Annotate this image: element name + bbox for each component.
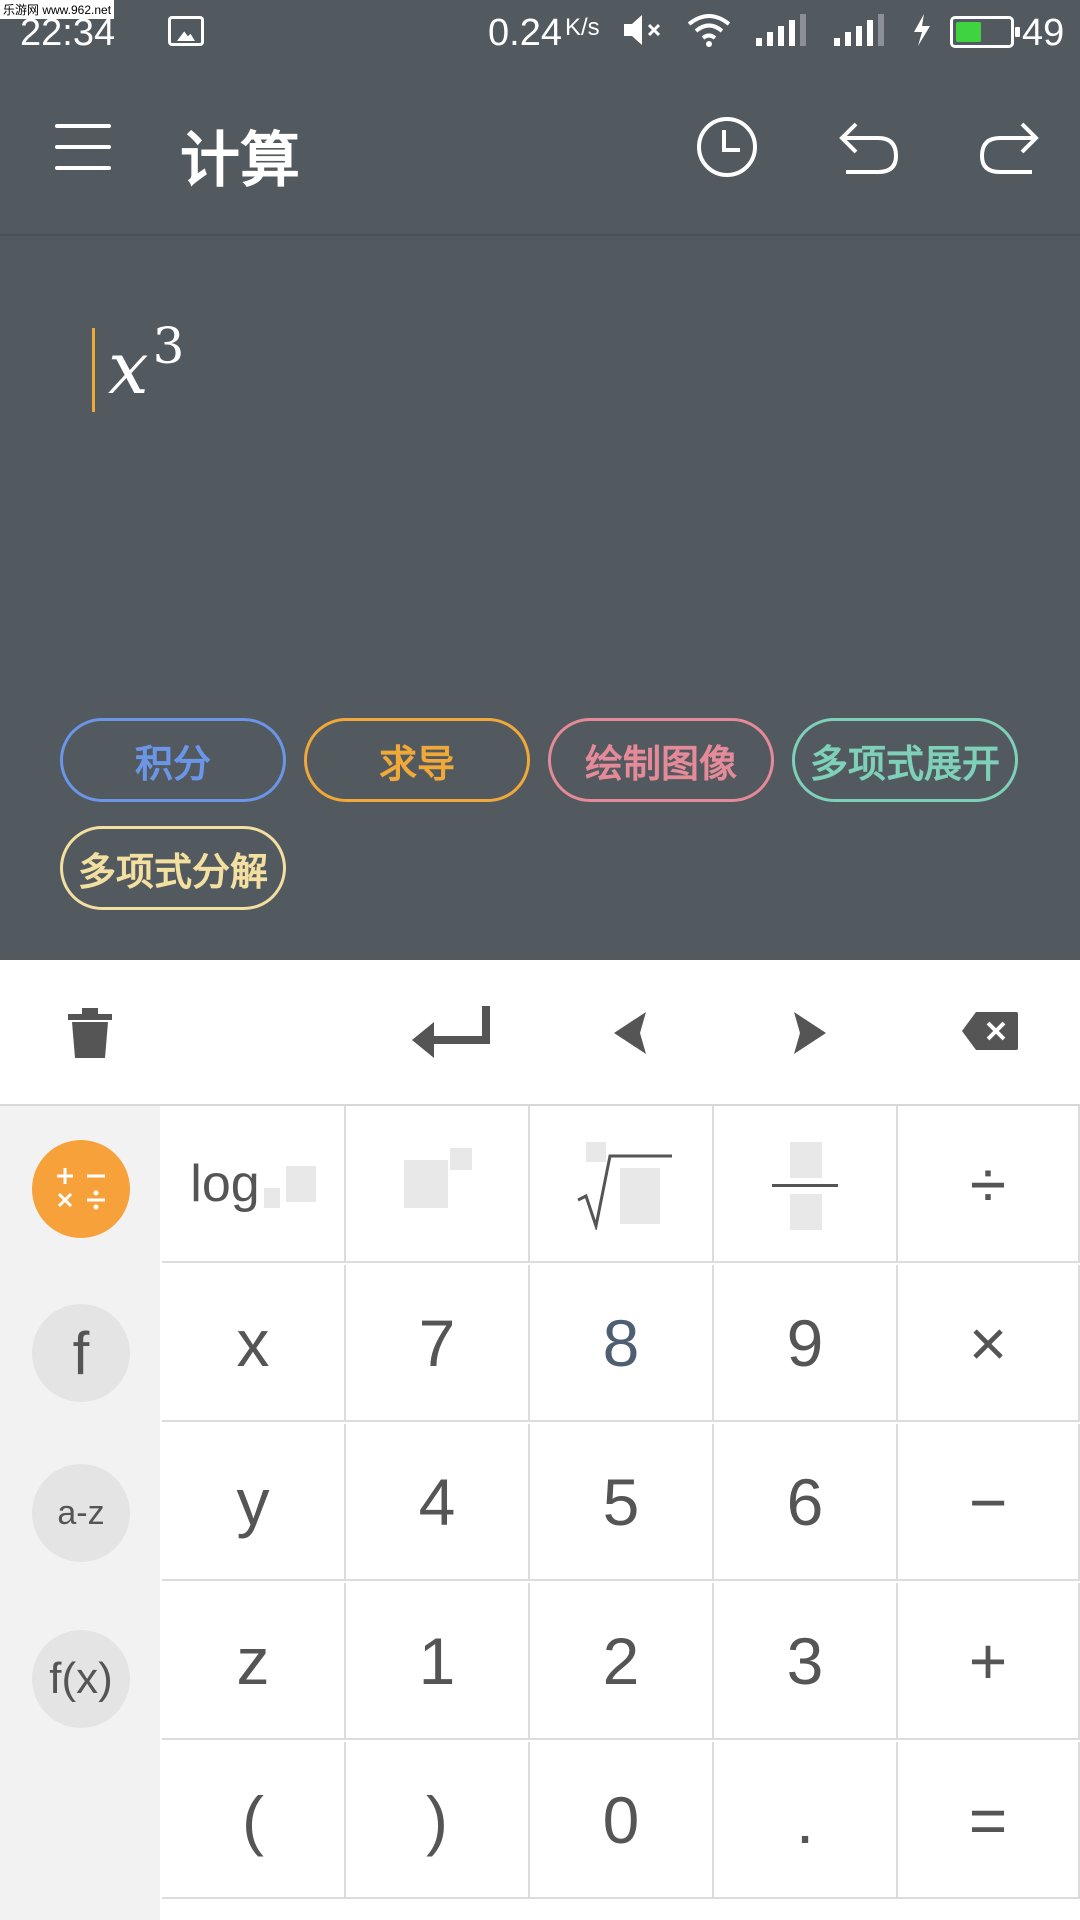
battery-level: 49 (1022, 12, 1065, 54)
left-arrow-icon[interactable] (612, 1010, 648, 1056)
key-1[interactable]: 1 (346, 1583, 530, 1740)
watermark: 乐游网 www.962.net (0, 0, 115, 19)
expression-exponent: 3 (152, 317, 185, 375)
key-9[interactable]: 9 (714, 1265, 898, 1422)
text-cursor (92, 328, 95, 412)
key-4[interactable]: 4 (346, 1424, 530, 1581)
undo-icon[interactable] (836, 118, 902, 178)
trash-icon[interactable] (66, 1006, 114, 1060)
key-y[interactable]: y (162, 1424, 346, 1581)
backspace-icon[interactable] (960, 1010, 1020, 1052)
key-7[interactable]: 7 (346, 1265, 530, 1422)
letters-mode-icon[interactable]: a-z (32, 1464, 130, 1562)
status-bar: 22:34 0.24 K/s 49 (0, 0, 1080, 64)
keyboard-toolbar (0, 960, 1080, 1106)
function-mode-icon[interactable]: f (32, 1304, 130, 1402)
derivative-button[interactable]: 求导 (304, 718, 530, 802)
minus-key[interactable]: − (898, 1424, 1080, 1581)
close-paren-key[interactable]: ) (346, 1742, 530, 1899)
key-8[interactable]: 8 (530, 1265, 714, 1422)
redo-icon[interactable] (976, 118, 1042, 178)
log-key[interactable]: log (162, 1106, 346, 1263)
log-label: log (190, 1154, 260, 1213)
divide-key[interactable]: ÷ (898, 1106, 1080, 1263)
math-expression[interactable]: x3 (108, 317, 184, 410)
nth-root-key[interactable] (530, 1106, 714, 1263)
multiply-key[interactable]: × (898, 1265, 1080, 1422)
open-paren-key[interactable]: ( (162, 1742, 346, 1899)
battery-icon (950, 16, 1020, 48)
page-title: 计算 (180, 126, 300, 196)
plus-key[interactable]: + (898, 1583, 1080, 1740)
key-5[interactable]: 5 (530, 1424, 714, 1581)
wifi-icon (686, 12, 732, 57)
polynomial-expand-button[interactable]: 多项式展开 (792, 718, 1018, 802)
key-2[interactable]: 2 (530, 1583, 714, 1740)
key-x[interactable]: x (162, 1265, 346, 1422)
key-3[interactable]: 3 (714, 1583, 898, 1740)
network-speed: 0.24 (488, 12, 562, 54)
power-key[interactable] (346, 1106, 530, 1263)
key-z[interactable]: z (162, 1583, 346, 1740)
image-notification-icon (168, 16, 204, 46)
fx-mode-icon[interactable]: f(x) (32, 1630, 130, 1728)
menu-icon[interactable] (55, 124, 111, 170)
mode-column: f a-z f(x) (0, 1106, 160, 1920)
arithmetic-mode-icon[interactable] (32, 1140, 130, 1238)
battery-fill (956, 22, 982, 42)
key-6[interactable]: 6 (714, 1424, 898, 1581)
decimal-key[interactable]: . (714, 1742, 898, 1899)
fraction-key[interactable] (714, 1106, 898, 1263)
plot-graph-button[interactable]: 绘制图像 (548, 718, 774, 802)
network-speed-unit: K/s (565, 14, 600, 41)
charging-icon (910, 12, 934, 57)
integral-button[interactable]: 积分 (60, 718, 286, 802)
app-bar: 计算 (0, 64, 1080, 236)
mute-icon (622, 12, 666, 57)
expression-base: x (108, 326, 149, 410)
enter-icon[interactable] (410, 1004, 492, 1060)
polynomial-factor-button[interactable]: 多项式分解 (60, 826, 286, 910)
signal-icon-2 (832, 12, 888, 57)
equals-key[interactable]: = (898, 1742, 1080, 1899)
right-arrow-icon[interactable] (792, 1010, 828, 1056)
history-icon[interactable] (694, 114, 760, 180)
signal-icon-1 (754, 12, 810, 57)
key-0[interactable]: 0 (530, 1742, 714, 1899)
